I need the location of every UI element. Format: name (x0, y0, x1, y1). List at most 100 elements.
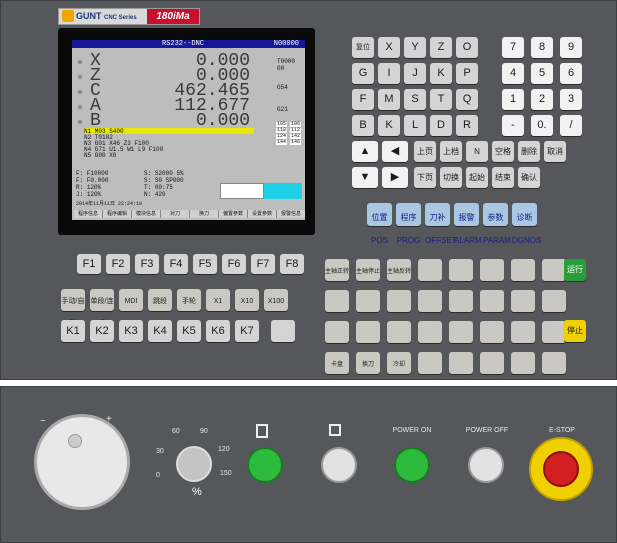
machine-key[interactable]: 冷却 (387, 352, 411, 374)
machine-key[interactable] (480, 352, 504, 374)
machine-key[interactable] (356, 321, 380, 343)
edit-key[interactable]: 取消 (544, 141, 566, 162)
key-1-7[interactable]: 6 (560, 63, 582, 84)
func-key[interactable]: 位置POS (367, 203, 392, 245)
edit-key[interactable]: 删除 (518, 141, 540, 162)
func-key[interactable]: 诊断DGNOS (512, 203, 541, 245)
softkey[interactable]: 程序信息 (74, 210, 103, 218)
edit-key[interactable]: 上档 (440, 141, 462, 162)
key-2-3[interactable]: T (430, 89, 452, 110)
mode-key[interactable]: X10 (235, 289, 259, 311)
func-key[interactable]: 报警ALARM (454, 203, 482, 245)
key-2-2[interactable]: S (404, 89, 426, 110)
key-2-1[interactable]: M (378, 89, 400, 110)
mode-key[interactable]: 手轮 (177, 289, 201, 311)
machine-key[interactable]: 主轴停止 (356, 259, 380, 281)
fkey-f4[interactable]: F4 (164, 254, 188, 274)
key-1-5[interactable]: 4 (502, 63, 524, 84)
key-3-0[interactable]: B (352, 115, 374, 136)
arrow-right-button[interactable]: ▶ (382, 167, 408, 188)
key-2-0[interactable]: F (352, 89, 374, 110)
key-3-6[interactable]: 0. (531, 115, 553, 136)
func-key[interactable]: 参数PARAM (483, 203, 511, 245)
key-0-6[interactable]: 8 (531, 37, 553, 58)
kkey-k3[interactable]: K3 (119, 320, 143, 342)
key-0-2[interactable]: Y (404, 37, 426, 58)
machine-key[interactable] (542, 352, 566, 374)
power-on-button[interactable] (394, 447, 430, 483)
machine-key[interactable] (449, 321, 473, 343)
key-1-0[interactable]: G (352, 63, 374, 84)
key-2-5[interactable]: 1 (502, 89, 524, 110)
machine-key[interactable] (387, 321, 411, 343)
softkey[interactable]: 换刀 (190, 210, 219, 218)
key-1-6[interactable]: 5 (531, 63, 553, 84)
edit-key[interactable]: N (466, 141, 488, 162)
edit-key[interactable]: 下页 (414, 167, 436, 188)
feed-hold-button[interactable] (321, 447, 357, 483)
edit-key[interactable]: 切换 (440, 167, 462, 188)
key-2-4[interactable]: Q (456, 89, 478, 110)
handwheel-knob[interactable] (68, 434, 82, 448)
machine-key[interactable] (511, 259, 535, 281)
kkey-k7[interactable]: K7 (235, 320, 259, 342)
power-off-button[interactable] (468, 447, 504, 483)
fkey-f8[interactable]: F8 (280, 254, 304, 274)
fkey-f5[interactable]: F5 (193, 254, 217, 274)
func-key[interactable]: 刀补OFFSET (425, 203, 457, 245)
override-knob[interactable] (176, 446, 212, 482)
handwheel[interactable] (34, 414, 130, 510)
machine-key[interactable]: 卡盘 (325, 352, 349, 374)
softkey[interactable]: 偏置参数 (219, 210, 248, 218)
fkey-f1[interactable]: F1 (77, 254, 101, 274)
machine-key[interactable] (449, 352, 473, 374)
machine-key[interactable] (542, 259, 566, 281)
kkey-k4[interactable]: K4 (148, 320, 172, 342)
key-2-7[interactable]: 3 (560, 89, 582, 110)
machine-key[interactable] (356, 290, 380, 312)
key-0-4[interactable]: O (456, 37, 478, 58)
key-0-1[interactable]: X (378, 37, 400, 58)
stop-button[interactable]: 停止 (564, 320, 586, 342)
mode-key[interactable]: 手动/自动 (61, 289, 85, 327)
edit-key[interactable]: 空格 (492, 141, 514, 162)
machine-key[interactable] (387, 290, 411, 312)
key-0-7[interactable]: 9 (560, 37, 582, 58)
machine-key[interactable] (449, 259, 473, 281)
machine-key[interactable] (325, 290, 349, 312)
machine-key[interactable] (449, 290, 473, 312)
machine-key[interactable] (418, 352, 442, 374)
mode-key[interactable]: X1 (206, 289, 230, 311)
kkey-k5[interactable]: K5 (177, 320, 201, 342)
run-button[interactable]: 运行 (564, 259, 586, 281)
arrow-up-button[interactable]: ▲ (352, 141, 378, 162)
machine-key[interactable]: 主轴反转 (387, 259, 411, 281)
blank-key[interactable] (271, 320, 295, 342)
machine-key[interactable] (325, 321, 349, 343)
func-key[interactable]: 程序PROG (396, 203, 421, 245)
key-3-2[interactable]: L (404, 115, 426, 136)
key-3-5[interactable]: - (502, 115, 524, 136)
machine-key[interactable]: 主轴正转 (325, 259, 349, 281)
machine-key[interactable] (511, 321, 535, 343)
machine-key[interactable] (480, 290, 504, 312)
softkey[interactable]: 模块信息 (132, 210, 161, 218)
kkey-k2[interactable]: K2 (90, 320, 114, 342)
edit-key[interactable]: 结束 (492, 167, 514, 188)
machine-key[interactable] (480, 259, 504, 281)
softkey[interactable]: 程序编辑 (103, 210, 132, 218)
edit-key[interactable]: 起始 (466, 167, 488, 188)
edit-key[interactable]: 确认 (518, 167, 540, 188)
fkey-f6[interactable]: F6 (222, 254, 246, 274)
kkey-k6[interactable]: K6 (206, 320, 230, 342)
softkey[interactable]: 对刀 (161, 210, 190, 218)
arrow-left-button[interactable]: ◀ (382, 141, 408, 162)
softkey[interactable]: 设置参数 (248, 210, 277, 218)
machine-key[interactable] (418, 259, 442, 281)
machine-key[interactable]: 换刀 (356, 352, 380, 374)
fkey-f3[interactable]: F3 (135, 254, 159, 274)
key-1-2[interactable]: J (404, 63, 426, 84)
fkey-f2[interactable]: F2 (106, 254, 130, 274)
edit-key[interactable]: 上页 (414, 141, 436, 162)
machine-key[interactable] (418, 321, 442, 343)
